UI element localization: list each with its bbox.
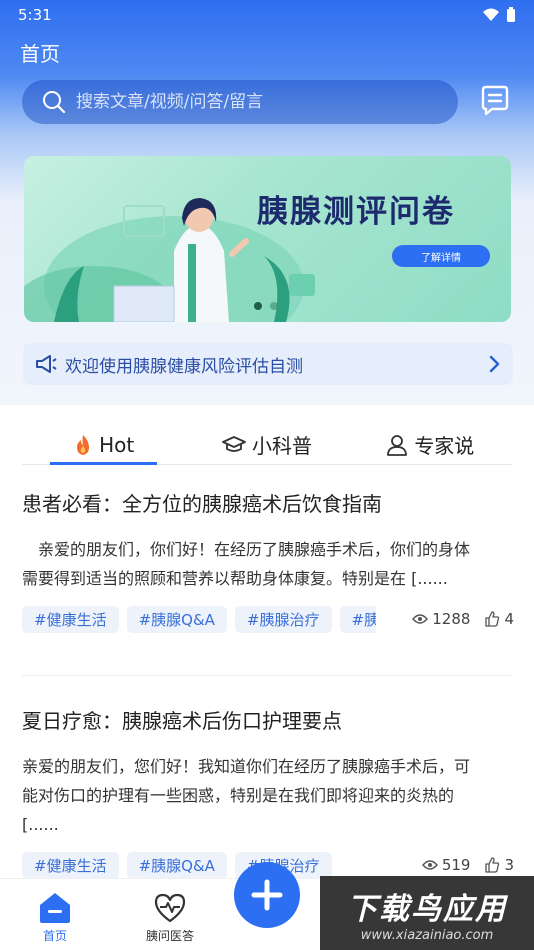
tab-label: 小科普	[251, 434, 312, 458]
article-card[interactable]: 夏日疗愈：胰腺癌术后伤口护理要点 亲爱的朋友们，您们好！我知道你们在经历了胰腺癌…	[22, 705, 514, 879]
watermark-url: www.xiazainiao.com	[360, 927, 494, 943]
article-excerpt: 亲爱的朋友们，你们好！在经历了胰腺癌手术后，你们的身体需要得到适当的照顾和营养以…	[22, 540, 471, 588]
tab-bar: Hot 小科普 专家说	[22, 425, 512, 465]
search-icon	[43, 91, 66, 114]
promo-banner[interactable]: 胰腺测评问卷 了解详情	[24, 156, 511, 322]
nav-consult[interactable]: 胰问医答	[146, 891, 194, 944]
view-count: 1288	[432, 610, 471, 628]
tag[interactable]: #健康生活	[22, 851, 119, 879]
banner-title: 胰腺测评问卷	[257, 194, 455, 230]
battery-icon	[507, 7, 515, 22]
person-icon	[387, 434, 408, 456]
tab-label: Hot	[99, 432, 135, 457]
status-time: 5:31	[18, 6, 52, 24]
tab-label: 专家说	[414, 434, 475, 458]
chevron-right-icon	[489, 355, 500, 373]
article-excerpt: 亲爱的朋友们，您们好！我知道你们在经历了胰腺癌手术后，可能对伤口的护理有一些困惑…	[22, 757, 471, 834]
watermark: 下载鸟应用 www.xiazainiao.com	[320, 876, 534, 950]
article-meta: #健康生活 #胰腺Q&A #胰腺治疗 #胰腺 1288 4	[22, 605, 514, 633]
watermark-title: 下载鸟应用	[347, 891, 507, 927]
tag[interactable]: #胰腺Q&A	[126, 605, 227, 633]
carousel-dots	[254, 302, 278, 310]
plus-icon	[251, 879, 283, 911]
tag[interactable]: #健康生活	[22, 605, 119, 633]
message-icon[interactable]	[478, 84, 512, 118]
like-count: 3	[504, 856, 514, 874]
search-input[interactable]	[76, 92, 436, 112]
nav-label: 胰问医答	[146, 929, 195, 943]
add-button[interactable]	[234, 862, 300, 928]
view-count: 519	[441, 856, 471, 874]
status-bar: 5:31	[0, 0, 534, 30]
heartbeat-icon	[154, 893, 186, 923]
tab-experts[interactable]: 专家说	[349, 425, 512, 464]
carousel-dot[interactable]	[254, 302, 262, 310]
tag[interactable]: #胰腺治疗	[234, 605, 332, 633]
article-title[interactable]: 夏日疗愈：胰腺癌术后伤口护理要点	[22, 705, 514, 734]
carousel-dot[interactable]	[270, 302, 278, 310]
article-stats: 1288 4	[412, 610, 514, 628]
article-title[interactable]: 患者必看：全方位的胰腺癌术后饮食指南	[22, 488, 514, 517]
tag-list: #健康生活 #胰腺Q&A #胰腺治疗	[22, 851, 376, 879]
banner-illustration	[24, 198, 315, 322]
like-count: 4	[504, 610, 514, 628]
megaphone-icon	[36, 355, 57, 373]
tab-hot[interactable]: Hot	[22, 425, 185, 465]
search-bar[interactable]	[22, 80, 458, 124]
tab-science[interactable]: 小科普	[185, 425, 348, 464]
fire-icon	[77, 434, 90, 455]
article-stats: 519 3	[421, 856, 514, 874]
eye-icon	[412, 614, 429, 624]
thumbs-up-icon[interactable]	[484, 611, 500, 627]
nav-label: 首页	[42, 929, 67, 943]
wifi-icon	[483, 8, 499, 21]
graduation-cap-icon	[222, 435, 246, 452]
page-title: 首页	[20, 42, 60, 66]
status-icons	[482, 7, 516, 23]
notice-text: 欢迎使用胰腺健康风险评估自测	[65, 356, 303, 377]
tag-list: #健康生活 #胰腺Q&A #胰腺治疗 #胰腺	[22, 605, 376, 633]
tag[interactable]: #胰腺Q&A	[126, 851, 227, 879]
article-card[interactable]: 患者必看：全方位的胰腺癌术后饮食指南 亲爱的朋友们，你们好！在经历了胰腺癌手术后…	[22, 488, 514, 633]
notice-bar[interactable]: 欢迎使用胰腺健康风险评估自测	[23, 343, 513, 385]
nav-home[interactable]: 首页	[38, 891, 72, 944]
eye-icon	[421, 860, 438, 870]
home-icon	[40, 893, 70, 923]
thumbs-up-icon[interactable]	[484, 857, 500, 873]
banner-detail-button[interactable]: 了解详情	[392, 245, 490, 267]
tag[interactable]: #胰腺	[339, 605, 376, 633]
divider	[22, 675, 512, 676]
